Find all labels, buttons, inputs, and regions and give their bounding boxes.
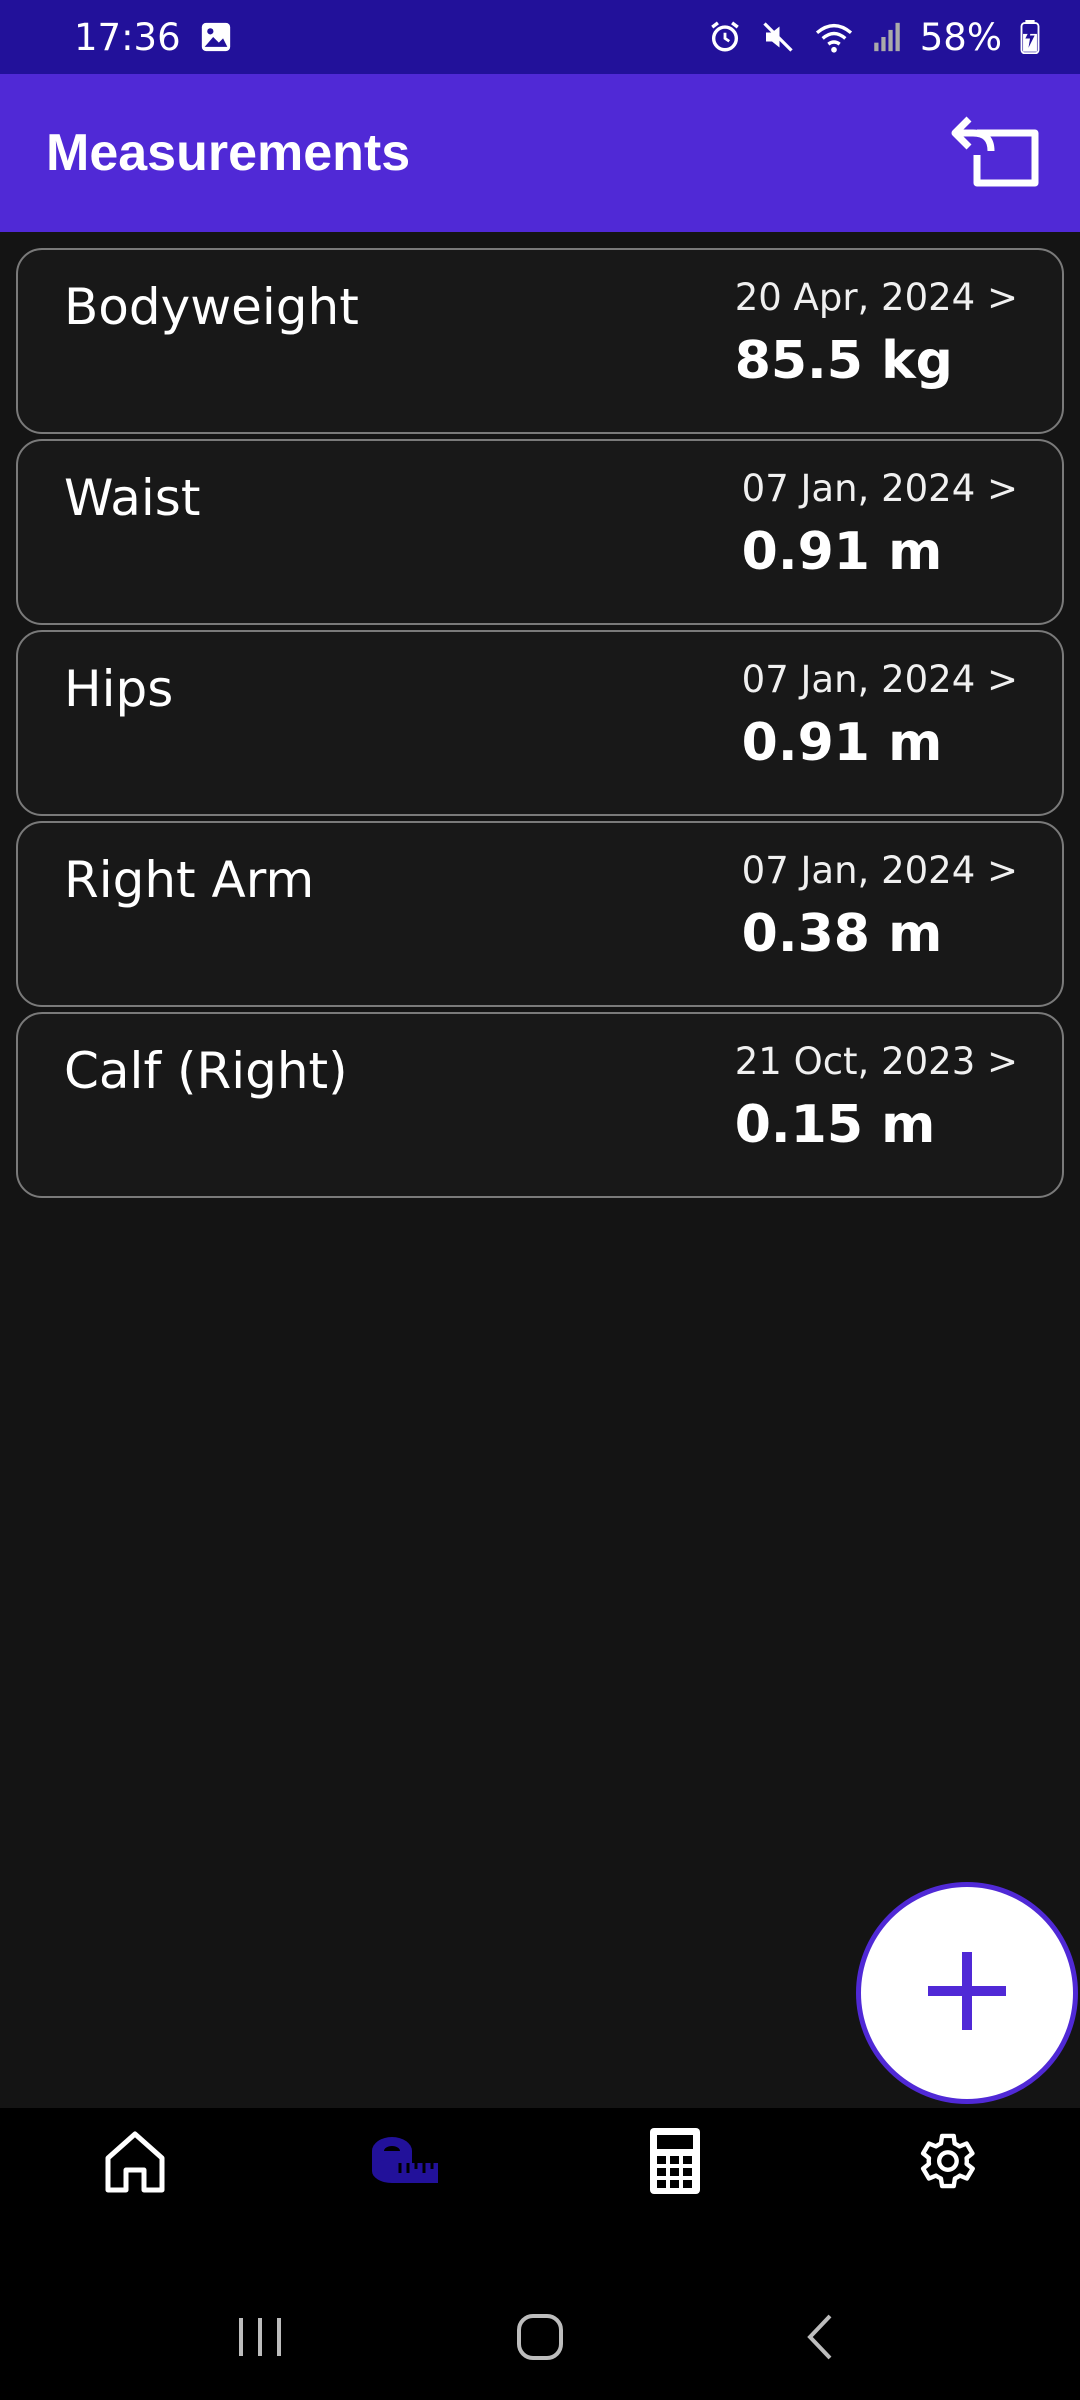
export-icon <box>947 111 1043 195</box>
back-icon <box>800 2312 840 2366</box>
gallery-icon <box>199 20 233 54</box>
system-nav <box>0 2278 1080 2400</box>
signal-icon <box>872 20 902 54</box>
gear-icon <box>910 2126 980 2200</box>
nav-calculator[interactable] <box>615 2108 735 2218</box>
status-left: 17:36 <box>74 16 233 59</box>
mute-icon <box>760 19 796 55</box>
page-title: Measurements <box>46 124 411 182</box>
measurement-value: 0.15 m <box>734 1095 936 1155</box>
bottom-nav <box>0 2108 1080 2218</box>
measurement-card-hips[interactable]: Hips 07 Jan, 2024 > 0.91 m <box>16 630 1064 816</box>
nav-measurements[interactable] <box>345 2108 465 2218</box>
status-right: 58% <box>708 16 1040 59</box>
recents-button[interactable] <box>200 2289 320 2389</box>
measurement-name: Right Arm <box>64 851 315 909</box>
measuring-tape-icon <box>370 2133 440 2193</box>
plus-icon <box>922 1946 1012 2040</box>
calculator-icon <box>648 2126 702 2200</box>
measurement-name: Waist <box>64 469 201 527</box>
measurement-date: 21 Oct, 2023 > <box>734 1040 1018 1083</box>
measurement-info: 07 Jan, 2024 > 0.38 m <box>742 849 1018 964</box>
measurement-card-bodyweight[interactable]: Bodyweight 20 Apr, 2024 > 85.5 kg <box>16 248 1064 434</box>
status-bar: 17:36 58% <box>0 0 1080 74</box>
measurement-info: 07 Jan, 2024 > 0.91 m <box>742 467 1018 582</box>
export-button[interactable] <box>940 98 1050 208</box>
measurements-list: Bodyweight 20 Apr, 2024 > 85.5 kg Waist … <box>16 248 1064 1203</box>
measurement-info: 20 Apr, 2024 > 85.5 kg <box>735 276 1018 391</box>
back-button[interactable] <box>760 2289 880 2389</box>
measurement-info: 21 Oct, 2023 > 0.15 m <box>735 1040 1018 1155</box>
app-bar: Measurements <box>0 74 1080 232</box>
add-measurement-button[interactable] <box>856 1882 1078 2104</box>
measurement-name: Bodyweight <box>64 278 359 336</box>
battery-charging-icon <box>1020 20 1040 54</box>
battery-percent: 58% <box>919 15 1002 59</box>
nav-home[interactable] <box>75 2108 195 2218</box>
wifi-icon <box>814 20 854 54</box>
alarm-icon <box>708 20 742 54</box>
status-time: 17:36 <box>74 15 181 59</box>
measurement-date: 07 Jan, 2024 > <box>741 658 1018 701</box>
measurement-name: Calf (Right) <box>64 1042 348 1100</box>
measurement-name: Hips <box>64 660 174 718</box>
measurement-date: 07 Jan, 2024 > <box>741 467 1018 510</box>
measurement-date: 20 Apr, 2024 > <box>734 276 1018 319</box>
home-icon <box>100 2126 170 2200</box>
measurement-value: 0.91 m <box>741 522 943 582</box>
measurement-card-right-arm[interactable]: Right Arm 07 Jan, 2024 > 0.38 m <box>16 821 1064 1007</box>
measurement-value: 0.38 m <box>741 904 943 964</box>
measurement-value: 0.91 m <box>741 713 943 773</box>
measurement-date: 07 Jan, 2024 > <box>741 849 1018 892</box>
measurement-card-waist[interactable]: Waist 07 Jan, 2024 > 0.91 m <box>16 439 1064 625</box>
system-home-button[interactable] <box>480 2289 600 2389</box>
measurement-card-calf-right[interactable]: Calf (Right) 21 Oct, 2023 > 0.15 m <box>16 1012 1064 1198</box>
nav-settings[interactable] <box>885 2108 1005 2218</box>
nav-spacer <box>0 2218 1080 2278</box>
home-circle-icon <box>515 2312 565 2366</box>
measurement-value: 85.5 kg <box>734 331 953 391</box>
recents-icon <box>235 2314 285 2364</box>
measurement-info: 07 Jan, 2024 > 0.91 m <box>742 658 1018 773</box>
